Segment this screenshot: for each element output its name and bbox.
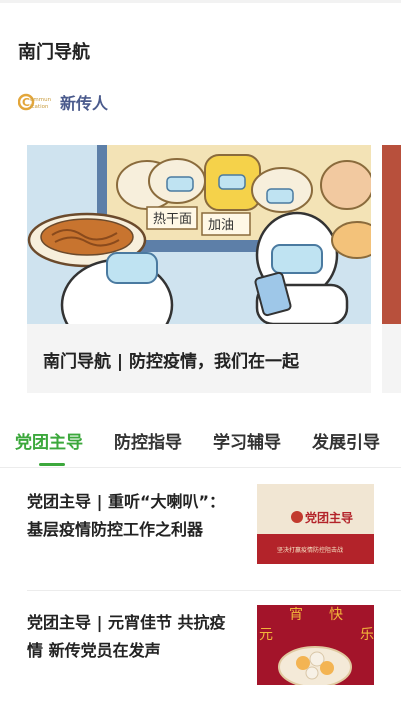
account-name: 新传人 [60, 94, 109, 113]
article-item[interactable]: 党团主导 | 元宵佳节 共抗疫情 新传党员在发声 元 宵 快 乐 [0, 605, 401, 705]
article-thumbnail: 党团主导 坚决打赢疫情防控阻击战 [257, 484, 374, 564]
svg-text:加油: 加油 [208, 218, 234, 233]
svg-text:坚决打赢疫情防控阻击战: 坚决打赢疫情防控阻击战 [277, 546, 343, 554]
svg-text:热干面: 热干面 [153, 212, 192, 227]
article-item[interactable]: 党团主导 | 重听“大喇叭”：基层疫情防控工作之利器 党团主导 坚决打赢疫情防控… [0, 484, 401, 584]
svg-text:乐: 乐 [360, 627, 374, 643]
page-title: 南门导航 [18, 42, 90, 63]
svg-text:党团主导: 党团主导 [305, 510, 353, 525]
tab-prevention-guide[interactable]: 防控指导 [114, 428, 182, 453]
article-divider [27, 590, 401, 591]
svg-text:C: C [22, 96, 30, 109]
article-thumbnail: 元 宵 快 乐 [257, 605, 374, 685]
svg-text:ication: ication [30, 104, 49, 110]
account-row[interactable]: C ommun ication 新传人 [17, 90, 109, 114]
svg-text:ommun: ommun [30, 97, 52, 103]
top-border [0, 0, 401, 3]
active-tab-indicator [39, 463, 65, 466]
featured-caption: 南门导航 | 防控疫情，我们在一起 [43, 352, 300, 372]
tabs-divider [0, 467, 401, 468]
article-title: 党团主导 | 重听“大喇叭”：基层疫情防控工作之利器 [27, 492, 226, 539]
tab-study-support[interactable]: 学习辅导 [213, 428, 281, 453]
category-tabs: 党团主导 防控指导 学习辅导 发展引导 [0, 418, 401, 468]
featured-illustration: 热干面 加油 [27, 145, 371, 324]
featured-card[interactable]: 热干面 加油 南门导航 | 防控疫情，我们在一起 [27, 145, 371, 393]
svg-text:快: 快 [329, 607, 343, 623]
svg-text:元: 元 [259, 627, 273, 643]
tab-development-guide[interactable]: 发展引导 [312, 428, 380, 453]
tab-party-lead[interactable]: 党团主导 [15, 428, 83, 453]
svg-text:宵: 宵 [289, 606, 303, 623]
account-logo: C ommun ication [17, 91, 52, 113]
article-title: 党团主导 | 元宵佳节 共抗疫情 新传党员在发声 [27, 613, 226, 660]
next-card-peek[interactable] [382, 145, 401, 393]
